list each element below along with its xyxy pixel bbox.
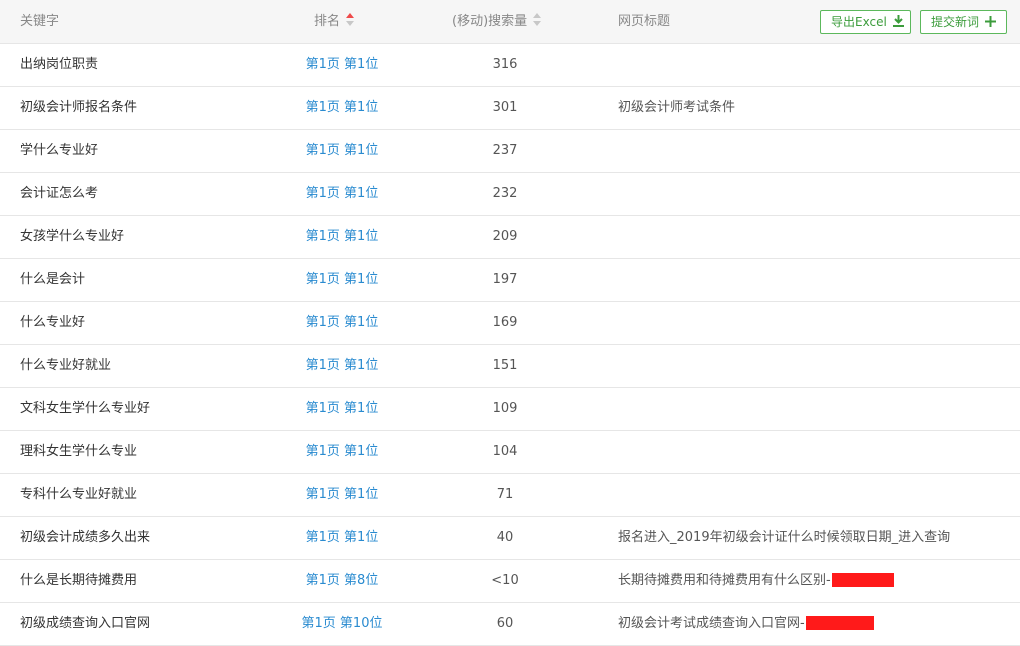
table-row: 学什么专业好 第1页 第1位 237: [0, 130, 1020, 173]
rank-link[interactable]: 第1页 第10位: [302, 603, 383, 645]
column-header-volume[interactable]: (移动)搜索量: [452, 0, 543, 44]
keyword-cell: 初级会计成绩多久出来: [20, 530, 151, 545]
search-volume-cell: 151: [492, 358, 518, 373]
search-volume-cell: 237: [492, 143, 518, 158]
search-volume-cell: 197: [492, 272, 518, 287]
table-row: 什么是长期待摊费用 第1页 第8位 <10 长期待摊费用和待摊费用有什么区别-: [0, 560, 1020, 603]
sort-icon[interactable]: [346, 12, 356, 28]
page-title-text: 长期待摊费用和待摊费用有什么区别-: [618, 573, 831, 588]
redaction-block: [805, 615, 874, 630]
column-header-volume-label: (移动)搜索量: [452, 14, 528, 29]
keyword-cell: 什么专业好就业: [20, 358, 112, 373]
search-volume-cell: 232: [492, 186, 518, 201]
page-title-cell: 长期待摊费用和待摊费用有什么区别-: [618, 560, 894, 602]
search-volume-cell: 109: [492, 401, 518, 416]
rank-link[interactable]: 第1页 第1位: [306, 302, 379, 344]
search-volume-cell: 71: [496, 487, 514, 502]
rank-link[interactable]: 第1页 第1位: [306, 474, 379, 516]
keyword-cell: 女孩学什么专业好: [20, 229, 125, 244]
page-title-text: 初级会计考试成绩查询入口官网-: [618, 616, 805, 631]
rank-link[interactable]: 第1页 第1位: [306, 345, 379, 387]
search-volume-cell: 316: [492, 57, 518, 72]
page-title-text: 报名进入_2019年初级会计证什么时候领取日期_进入查询: [618, 530, 951, 545]
table-row: 女孩学什么专业好 第1页 第1位 209: [0, 216, 1020, 259]
table-row: 什么是会计 第1页 第1位 197: [0, 259, 1020, 302]
keyword-cell: 出纳岗位职责: [20, 57, 99, 72]
rank-link[interactable]: 第1页 第8位: [306, 560, 379, 602]
download-icon: [892, 11, 904, 33]
rank-link[interactable]: 第1页 第1位: [306, 87, 379, 129]
page-title-cell: 初级会计考试成绩查询入口官网-: [618, 603, 874, 645]
keyword-cell: 学什么专业好: [20, 143, 99, 158]
column-header-keyword: 关键字: [20, 14, 60, 29]
keyword-cell: 理科女生学什么专业: [20, 444, 138, 459]
table-row: 会计证怎么考 第1页 第1位 232: [0, 173, 1020, 216]
submit-new-keyword-label: 提交新词: [931, 15, 980, 29]
search-volume-cell: <10: [491, 573, 519, 588]
table-row: 什么专业好 第1页 第1位 169: [0, 302, 1020, 345]
keyword-cell: 什么是长期待摊费用: [20, 573, 138, 588]
table-row: 初级会计师报名条件 第1页 第1位 301 初级会计师考试条件: [0, 87, 1020, 130]
rank-link[interactable]: 第1页 第1位: [306, 388, 379, 430]
export-excel-button[interactable]: 导出Excel: [820, 10, 911, 34]
column-header-rank[interactable]: 排名: [314, 0, 356, 44]
keyword-ranking-table: 关键字 排名 (移动)搜索量 网页标题 导出Excel 提交新词 出纳岗位职责第…: [0, 0, 1020, 646]
rank-link[interactable]: 第1页 第1位: [306, 173, 379, 215]
search-volume-cell: 209: [492, 229, 518, 244]
page-title-cell: 初级会计师考试条件: [618, 87, 735, 129]
search-volume-cell: 169: [492, 315, 518, 330]
table-row: 专科什么专业好就业 第1页 第1位 71: [0, 474, 1020, 517]
page-title-cell: 报名进入_2019年初级会计证什么时候领取日期_进入查询: [618, 517, 950, 559]
rank-link[interactable]: 第1页 第1位: [306, 216, 379, 258]
search-volume-cell: 104: [492, 444, 518, 459]
export-excel-label: 导出Excel: [831, 15, 887, 29]
column-header-title: 网页标题: [618, 14, 671, 29]
sort-icon[interactable]: [533, 12, 543, 28]
table-row: 出纳岗位职责 第1页 第1位 316: [0, 44, 1020, 87]
page-title-text: 初级会计师考试条件: [618, 100, 736, 115]
rank-link[interactable]: 第1页 第1位: [306, 130, 379, 172]
rank-link[interactable]: 第1页 第1位: [306, 431, 379, 473]
table-row: 初级会计成绩多久出来 第1页 第1位 40 报名进入_2019年初级会计证什么时候领取…: [0, 517, 1020, 560]
search-volume-cell: 301: [492, 100, 518, 115]
table-body: 出纳岗位职责 第1页 第1位 316 初级会计师报名条件 第1页 第1位 301 初级会计师…: [0, 44, 1020, 646]
rank-link[interactable]: 第1页 第1位: [306, 44, 379, 86]
table-row: 文科女生学什么专业好 第1页 第1位 109: [0, 388, 1020, 431]
search-volume-cell: 60: [496, 616, 514, 631]
rank-link[interactable]: 第1页 第1位: [306, 259, 379, 301]
plus-icon: [985, 11, 997, 33]
keyword-cell: 专科什么专业好就业: [20, 487, 138, 502]
table-row: 理科女生学什么专业 第1页 第1位 104: [0, 431, 1020, 474]
table-row: 什么专业好就业 第1页 第1位 151: [0, 345, 1020, 388]
search-volume-cell: 40: [496, 530, 514, 545]
table-row: 初级成绩查询入口官网 第1页 第10位 60 初级会计考试成绩查询入口官网-: [0, 603, 1020, 646]
redaction-block: [831, 572, 894, 587]
keyword-cell: 会计证怎么考: [20, 186, 99, 201]
keyword-cell: 初级会计师报名条件: [20, 100, 138, 115]
keyword-cell: 初级成绩查询入口官网: [20, 616, 151, 631]
submit-new-keyword-button[interactable]: 提交新词: [920, 10, 1007, 34]
keyword-cell: 文科女生学什么专业好: [20, 401, 151, 416]
keyword-cell: 什么专业好: [20, 315, 86, 330]
table-header: 关键字 排名 (移动)搜索量 网页标题 导出Excel 提交新词: [0, 0, 1020, 44]
column-header-rank-label: 排名: [314, 14, 341, 29]
keyword-cell: 什么是会计: [20, 272, 86, 287]
rank-link[interactable]: 第1页 第1位: [306, 517, 379, 559]
